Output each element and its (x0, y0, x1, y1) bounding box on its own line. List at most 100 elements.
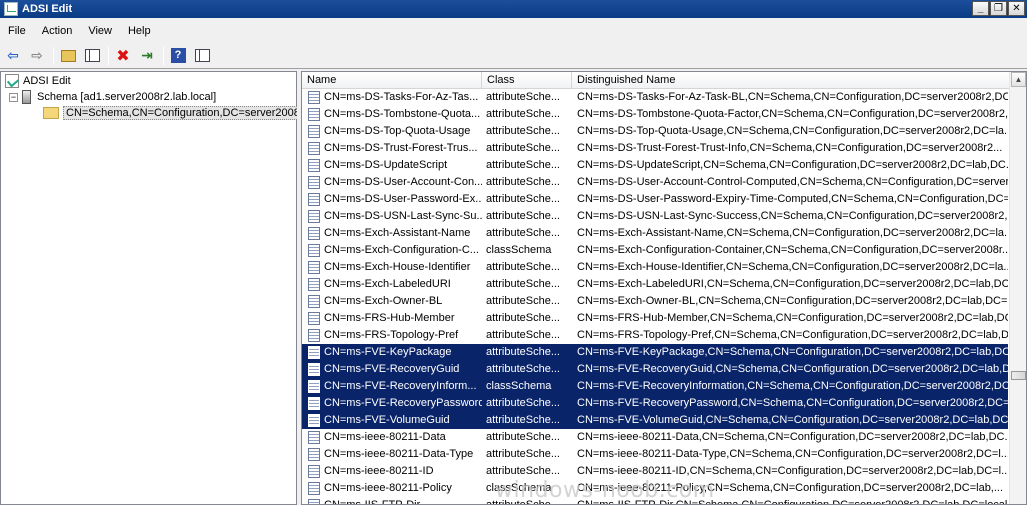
table-row[interactable]: CN=ms-FRS-Hub-Member attributeSche... CN=m… (302, 310, 1008, 327)
row-name: CN=ms-Exch-Configuration-C... (324, 244, 479, 256)
cell-class: attributeSche... (486, 312, 560, 324)
table-row[interactable]: CN=ms-FVE-RecoveryInform... classSchema CN… (302, 378, 1008, 395)
properties-button[interactable] (191, 45, 213, 67)
cell-distinguished-name: CN=ms-DS-User-Account-Control-Computed,C… (577, 176, 1008, 188)
row-name: CN=ms-FVE-KeyPackage (324, 346, 452, 358)
table-row[interactable]: CN=ms-Exch-Owner-BL attributeSche... CN=ms… (302, 293, 1008, 310)
cell-name: CN=ms-DS-Tombstone-Quota... (302, 106, 482, 123)
up-folder-icon (60, 49, 76, 62)
cell-name: CN=ms-DS-USN-Last-Sync-Su... (302, 208, 482, 225)
cell-class: attributeSche... (486, 278, 560, 290)
schema-object-icon (308, 244, 320, 257)
schema-object-icon (308, 193, 320, 206)
schema-object-icon (308, 295, 320, 308)
table-row[interactable]: CN=ms-ieee-80211-Data-Type attributeSche.… (302, 446, 1008, 463)
minimize-button[interactable]: _ (972, 1, 989, 16)
results-list[interactable]: Name Class Distinguished Name CN=ms-DS-T… (301, 71, 1027, 505)
close-button[interactable]: ✕ (1008, 1, 1025, 16)
table-row[interactable]: CN=ms-Exch-LabeledURI attributeSche... CN=… (302, 276, 1008, 293)
help-button[interactable]: ? (167, 45, 189, 67)
tree-item-label: Schema [ad1.server2008r2.lab.local] (37, 91, 217, 103)
table-row[interactable]: CN=ms-DS-User-Password-Ex... attributeSch… (302, 191, 1008, 208)
cell-name: CN=ms-Exch-LabeledURI (302, 276, 482, 293)
cell-distinguished-name: CN=ms-DS-User-Password-Expiry-Time-Compu… (577, 193, 1008, 205)
table-row[interactable]: CN=ms-IIS-FTP-Dir attributeSche... CN=ms-I… (302, 497, 1008, 504)
scroll-up-button[interactable]: ▲ (1011, 72, 1026, 87)
table-row[interactable]: CN=ms-Exch-Assistant-Name attributeSche..… (302, 225, 1008, 242)
cell-distinguished-name: CN=ms-DS-Tasks-For-Az-Task-BL,CN=Schema,… (577, 91, 1008, 103)
schema-object-icon (308, 176, 320, 189)
cell-class: attributeSche... (486, 448, 560, 460)
row-name: CN=ms-DS-Trust-Forest-Trus... (324, 142, 478, 154)
table-row[interactable]: CN=ms-Exch-House-Identifier attributeSche… (302, 259, 1008, 276)
table-row[interactable]: CN=ms-ieee-80211-ID attributeSche... CN=ms… (302, 463, 1008, 480)
column-header-distinguished-name[interactable]: Distinguished Name (572, 72, 1026, 89)
table-row[interactable]: CN=ms-DS-Tombstone-Quota... attributeSche… (302, 106, 1008, 123)
export-list-button[interactable]: ⇥ (136, 45, 158, 67)
cell-distinguished-name: CN=ms-DS-Trust-Forest-Trust-Info,CN=Sche… (577, 142, 1003, 154)
row-name: CN=ms-ieee-80211-Policy (324, 482, 452, 494)
table-row[interactable]: CN=ms-FVE-RecoveryGuid attributeSche... CN… (302, 361, 1008, 378)
table-row[interactable]: CN=ms-DS-Top-Quota-Usage attributeSche...… (302, 123, 1008, 140)
schema-object-icon (308, 312, 320, 325)
delete-button[interactable]: ✖ (112, 45, 134, 67)
restore-button[interactable]: ❐ (990, 1, 1007, 16)
schema-object-icon (308, 431, 320, 444)
table-row[interactable]: CN=ms-FVE-RecoveryPassword attributeSche.… (302, 395, 1008, 412)
cell-name: CN=ms-FVE-KeyPackage (302, 344, 482, 361)
cell-name: CN=ms-FVE-RecoveryInform... (302, 378, 482, 395)
table-row[interactable]: CN=ms-ieee-80211-Data attributeSche... CN=… (302, 429, 1008, 446)
table-row[interactable]: CN=ms-DS-UpdateScript attributeSche... CN=… (302, 157, 1008, 174)
cell-name: CN=ms-Exch-Owner-BL (302, 293, 482, 310)
back-button[interactable]: ⇦ (2, 45, 24, 67)
collapse-icon[interactable]: − (9, 92, 18, 102)
tree-item-adsi-edit[interactable]: ADSI Edit (5, 73, 71, 89)
cell-distinguished-name: CN=ms-FVE-RecoveryPassword,CN=Schema,CN=… (577, 397, 1008, 409)
table-row[interactable]: CN=ms-Exch-Configuration-C... classSchema… (302, 242, 1008, 259)
row-name: CN=ms-FRS-Topology-Pref (324, 329, 459, 341)
up-one-level-button[interactable] (57, 45, 79, 67)
cell-name: CN=ms-FRS-Hub-Member (302, 310, 482, 327)
back-arrow-icon: ⇦ (7, 47, 19, 63)
row-name: CN=ms-Exch-Owner-BL (324, 295, 443, 307)
cell-distinguished-name: CN=ms-FRS-Topology-Pref,CN=Schema,CN=Con… (577, 329, 1008, 341)
menu-action[interactable]: Action (34, 25, 81, 37)
schema-object-icon (308, 380, 320, 393)
table-row[interactable]: CN=ms-FVE-KeyPackage attributeSche... CN=m… (302, 344, 1008, 361)
show-hide-tree-button[interactable] (81, 45, 103, 67)
tree-item-schema-container[interactable]: CN=Schema,CN=Configuration,DC=server2008 (43, 105, 303, 121)
forward-button[interactable]: ⇨ (26, 45, 48, 67)
cell-distinguished-name: CN=ms-FRS-Hub-Member,CN=Schema,CN=Config… (577, 312, 1008, 324)
table-row[interactable]: CN=ms-DS-USN-Last-Sync-Su... attributeSch… (302, 208, 1008, 225)
cell-name: CN=ms-DS-UpdateScript (302, 157, 482, 174)
table-row[interactable]: CN=ms-FRS-Topology-Pref attributeSche... C… (302, 327, 1008, 344)
scroll-thumb[interactable] (1011, 371, 1026, 380)
table-row[interactable]: CN=ms-DS-Trust-Forest-Trus... attributeSc… (302, 140, 1008, 157)
table-row[interactable]: CN=ms-DS-User-Account-Con... attributeSch… (302, 174, 1008, 191)
cell-class: attributeSche... (486, 125, 560, 137)
table-row[interactable]: CN=ms-DS-Tasks-For-Az-Tas... attributeSch… (302, 89, 1008, 106)
menu-view[interactable]: View (80, 25, 120, 37)
cell-class: attributeSche... (486, 295, 560, 307)
schema-object-icon (308, 465, 320, 478)
title-bar: ADSI Edit _ ❐ ✕ (0, 0, 1027, 18)
cell-name: CN=ms-DS-Top-Quota-Usage (302, 123, 482, 140)
vertical-scrollbar[interactable]: ▲ (1009, 72, 1026, 504)
cell-name: CN=ms-Exch-Configuration-C... (302, 242, 482, 259)
toolbar-separator (53, 46, 54, 65)
menu-help[interactable]: Help (120, 25, 159, 37)
menu-file[interactable]: File (0, 25, 34, 37)
schema-object-icon (308, 261, 320, 274)
console-tree[interactable]: ADSI Edit − Schema [ad1.server2008r2.lab… (0, 71, 303, 505)
cell-distinguished-name: CN=ms-Exch-Owner-BL,CN=Schema,CN=Configu… (577, 295, 1008, 307)
window-controls: _ ❐ ✕ (972, 1, 1025, 16)
cell-class: attributeSche... (486, 329, 560, 341)
cell-name: CN=ms-IIS-FTP-Dir (302, 497, 482, 504)
table-row[interactable]: CN=ms-ieee-80211-Policy classSchema CN=ms-… (302, 480, 1008, 497)
column-header-name[interactable]: Name (302, 72, 482, 89)
tree-item-schema[interactable]: − Schema [ad1.server2008r2.lab.local] (9, 89, 216, 105)
list-rows: CN=ms-DS-Tasks-For-Az-Tas... attributeSch… (302, 89, 1008, 504)
window-title: ADSI Edit (22, 3, 73, 15)
column-header-class[interactable]: Class (482, 72, 572, 89)
table-row[interactable]: CN=ms-FVE-VolumeGuid attributeSche... CN=m… (302, 412, 1008, 429)
